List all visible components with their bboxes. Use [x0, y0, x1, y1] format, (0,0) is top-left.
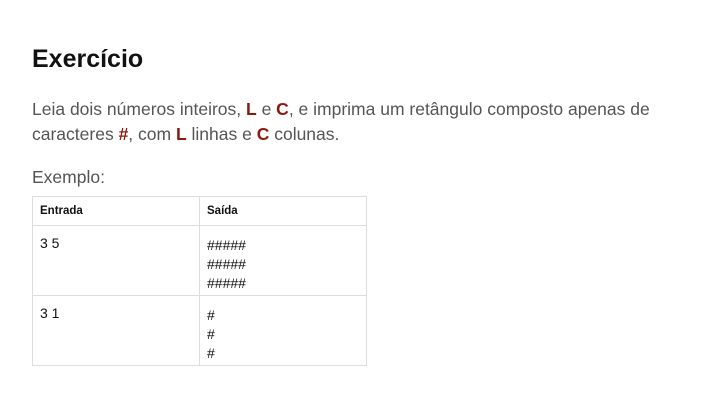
statement-text: linhas e [186, 124, 257, 144]
output-line: # [207, 326, 215, 342]
output-cell: # # # [199, 295, 367, 366]
variable-c: C [256, 124, 270, 144]
table-row: 3 5 ##### ##### ##### [32, 225, 367, 296]
statement-text: e [256, 99, 277, 119]
table-row: 3 1 # # # [32, 295, 367, 366]
statement-text: colunas. [269, 124, 340, 144]
input-value: 3 5 [40, 235, 60, 251]
input-value: 3 1 [40, 305, 60, 321]
variable-l: L [246, 99, 257, 119]
statement-text: Leia dois números inteiros, [32, 99, 246, 119]
output-cell: ##### ##### ##### [199, 225, 367, 296]
hash-character: # [118, 124, 129, 144]
input-cell: 3 1 [32, 295, 200, 366]
variable-l: L [175, 124, 187, 144]
header-entrada: Entrada [32, 196, 200, 226]
page-title: Exercício [32, 45, 144, 73]
table-header-row: Entrada Saída [32, 196, 367, 226]
input-cell: 3 5 [32, 225, 200, 296]
output-line: ##### [207, 256, 246, 272]
output-line: # [207, 345, 215, 361]
output-line: ##### [207, 275, 246, 291]
output-line: # [207, 307, 215, 323]
variable-c: C [276, 99, 289, 119]
problem-statement: Leia dois números inteiros, L e C, e imp… [32, 97, 692, 147]
example-table: Entrada Saída 3 5 ##### ##### ##### 3 1 … [32, 196, 367, 366]
header-saida: Saída [199, 196, 367, 226]
example-label: Exemplo: [32, 167, 105, 187]
output-line: ##### [207, 237, 246, 253]
statement-text: , com [128, 124, 176, 144]
